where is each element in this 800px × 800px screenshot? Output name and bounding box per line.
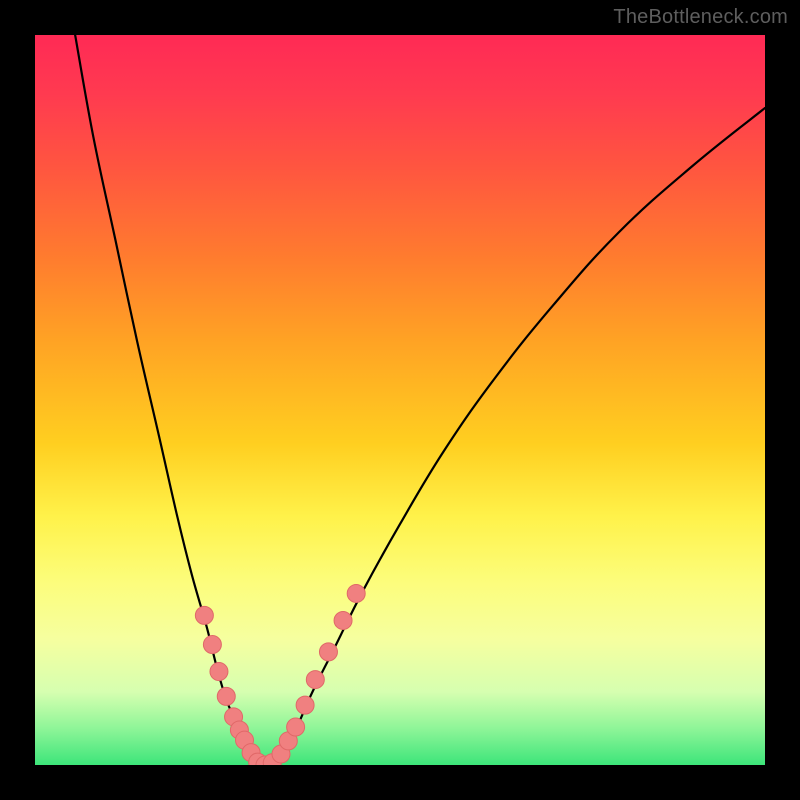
marker-dot <box>195 606 213 624</box>
marker-dot <box>210 663 228 681</box>
curve-svg <box>35 35 765 765</box>
marker-dot <box>347 584 365 602</box>
bottleneck-curve <box>75 35 765 765</box>
watermark-text: TheBottleneck.com <box>613 6 788 29</box>
marker-dot <box>287 718 305 736</box>
marker-dot <box>306 671 324 689</box>
marker-group <box>195 584 365 765</box>
marker-dot <box>203 636 221 654</box>
marker-dot <box>319 643 337 661</box>
marker-dot <box>217 687 235 705</box>
outer-frame: TheBottleneck.com <box>0 0 800 800</box>
plot-area <box>35 35 765 765</box>
marker-dot <box>334 611 352 629</box>
marker-dot <box>296 696 314 714</box>
